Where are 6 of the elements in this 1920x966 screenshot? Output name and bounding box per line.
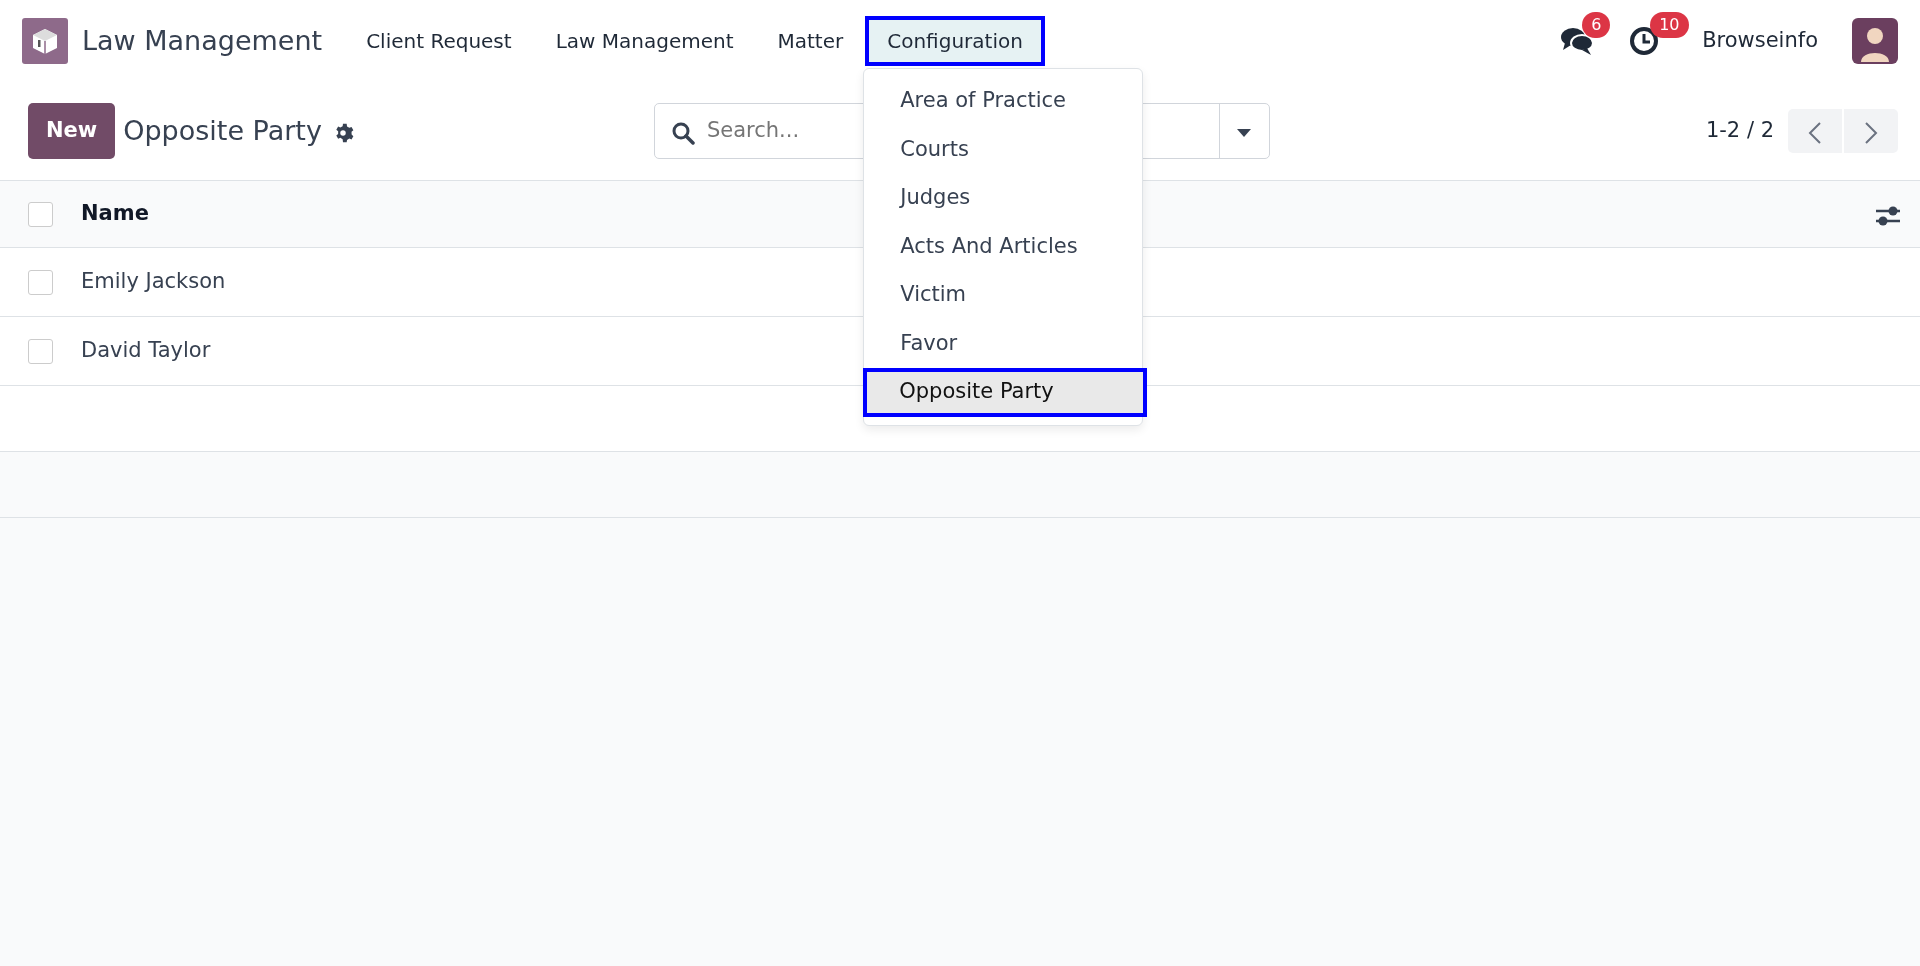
page-title: Opposite Party: [123, 113, 322, 148]
pager-value: 1-2 / 2: [1705, 117, 1774, 145]
activity-count-badge: 10: [1650, 12, 1689, 38]
message-count-badge: 6: [1582, 12, 1611, 38]
table-cell-text: Emily Jackson: [81, 268, 226, 296]
table-cell-text: David Taylor: [81, 337, 211, 365]
